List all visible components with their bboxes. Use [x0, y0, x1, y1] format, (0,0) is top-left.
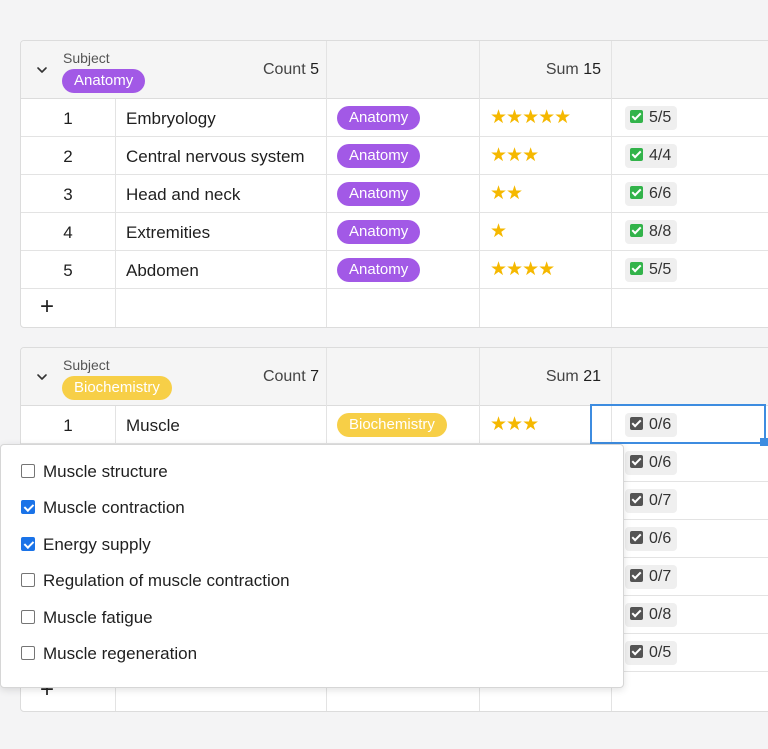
- subject-tag[interactable]: Anatomy: [337, 220, 421, 244]
- checklist-cell[interactable]: 0/8: [625, 603, 678, 627]
- checklist-cell[interactable]: 0/7: [625, 565, 678, 589]
- rating-stars[interactable]: ★★★: [490, 413, 539, 436]
- group-header: Subject Biochemistry Count 7 Sum 21: [21, 348, 768, 406]
- checklist-option[interactable]: Muscle fatigue: [21, 608, 153, 630]
- group-sum: Sum 15: [545, 61, 601, 78]
- rating-stars[interactable]: ★★★: [490, 144, 539, 167]
- group-sum: Sum 21: [545, 368, 601, 385]
- table-row[interactable]: 4 Extremities Anatomy ★ 8/8: [21, 213, 768, 251]
- name-cell[interactable]: Embryology: [126, 109, 216, 129]
- row-number: 4: [63, 223, 73, 242]
- row-number: 5: [63, 261, 73, 280]
- row-number: 3: [63, 185, 73, 204]
- group-anatomy: Subject Anatomy Count 5 Sum 15 1 Embryol…: [20, 40, 768, 328]
- checkbox-unchecked[interactable]: [21, 646, 35, 660]
- checklist-cell[interactable]: 0/5: [625, 641, 678, 665]
- checkbox-icon: [630, 607, 643, 620]
- table-row[interactable]: 5 Abdomen Anatomy ★★★★ 5/5: [21, 251, 768, 289]
- checkbox-checked[interactable]: [21, 500, 35, 514]
- checklist-cell[interactable]: 0/6: [625, 451, 678, 475]
- group-tag: Biochemistry: [62, 376, 172, 400]
- name-cell[interactable]: Abdomen: [126, 261, 199, 281]
- checkbox-icon: [630, 224, 643, 237]
- checklist-option[interactable]: Energy supply: [21, 535, 151, 557]
- subject-tag[interactable]: Anatomy: [337, 106, 421, 130]
- subject-tag[interactable]: Anatomy: [337, 182, 421, 206]
- rating-stars[interactable]: ★: [490, 220, 507, 243]
- checklist-option[interactable]: Muscle structure: [21, 462, 168, 484]
- checkbox-unchecked[interactable]: [21, 464, 35, 478]
- name-cell[interactable]: Muscle: [126, 416, 180, 436]
- fill-handle[interactable]: [760, 438, 768, 446]
- rating-stars[interactable]: ★★★★: [490, 258, 555, 281]
- group-tag: Anatomy: [62, 69, 146, 93]
- selected-cell-outline: [590, 404, 766, 444]
- column-divider: [115, 99, 116, 327]
- group-count: Count 5: [262, 61, 319, 78]
- table-row[interactable]: 2 Central nervous system Anatomy ★★★ 4/4: [21, 137, 768, 175]
- group-field-label: Subject: [63, 50, 110, 66]
- subject-tag[interactable]: Anatomy: [337, 144, 421, 168]
- add-row: +: [21, 289, 768, 327]
- column-divider: [479, 41, 480, 327]
- checkbox-icon: [630, 186, 643, 199]
- checklist-cell[interactable]: 6/6: [625, 182, 678, 206]
- checkbox-checked[interactable]: [21, 537, 35, 551]
- checklist-option[interactable]: Regulation of muscle contraction: [21, 571, 290, 593]
- group-count: Count 7: [262, 368, 319, 385]
- checklist-cell[interactable]: 8/8: [625, 220, 678, 244]
- subject-tag[interactable]: Biochemistry: [337, 413, 447, 437]
- chevron-down-icon[interactable]: [35, 63, 49, 77]
- add-row-button[interactable]: +: [40, 293, 54, 321]
- checklist-cell[interactable]: 4/4: [625, 144, 678, 168]
- checklist-option[interactable]: Muscle regeneration: [21, 644, 197, 666]
- checkbox-icon: [630, 262, 643, 275]
- name-cell[interactable]: Head and neck: [126, 185, 240, 205]
- subject-tag[interactable]: Anatomy: [337, 258, 421, 282]
- checkbox-icon: [630, 531, 643, 544]
- name-cell[interactable]: Central nervous system: [126, 147, 305, 167]
- row-number: 1: [63, 416, 73, 435]
- checkbox-icon: [630, 455, 643, 468]
- table-row[interactable]: 3 Head and neck Anatomy ★★ 6/6: [21, 175, 768, 213]
- column-divider: [326, 41, 327, 327]
- checkbox-icon: [630, 110, 643, 123]
- rating-stars[interactable]: ★★★★★: [490, 106, 571, 129]
- rating-stars[interactable]: ★★: [490, 182, 523, 205]
- checkbox-icon: [630, 148, 643, 161]
- checklist-cell[interactable]: 0/7: [625, 489, 678, 513]
- checklist-option[interactable]: Muscle contraction: [21, 498, 185, 520]
- name-cell[interactable]: Extremities: [126, 223, 210, 243]
- checkbox-icon: [630, 493, 643, 506]
- chevron-down-icon[interactable]: [35, 370, 49, 384]
- row-number: 2: [63, 147, 73, 166]
- checklist-cell[interactable]: 0/6: [625, 527, 678, 551]
- checkbox-icon: [630, 645, 643, 658]
- row-number: 1: [63, 109, 73, 128]
- checkbox-unchecked[interactable]: [21, 610, 35, 624]
- checklist-dropdown: Muscle structure Muscle contraction Ener…: [0, 444, 624, 688]
- column-divider: [611, 41, 612, 327]
- checklist-cell[interactable]: 5/5: [625, 106, 678, 130]
- group-header: Subject Anatomy Count 5 Sum 15: [21, 41, 768, 99]
- checklist-cell[interactable]: 5/5: [625, 258, 678, 282]
- table-row[interactable]: 1 Embryology Anatomy ★★★★★ 5/5: [21, 99, 768, 137]
- checkbox-icon: [630, 569, 643, 582]
- group-field-label: Subject: [63, 357, 110, 373]
- checkbox-unchecked[interactable]: [21, 573, 35, 587]
